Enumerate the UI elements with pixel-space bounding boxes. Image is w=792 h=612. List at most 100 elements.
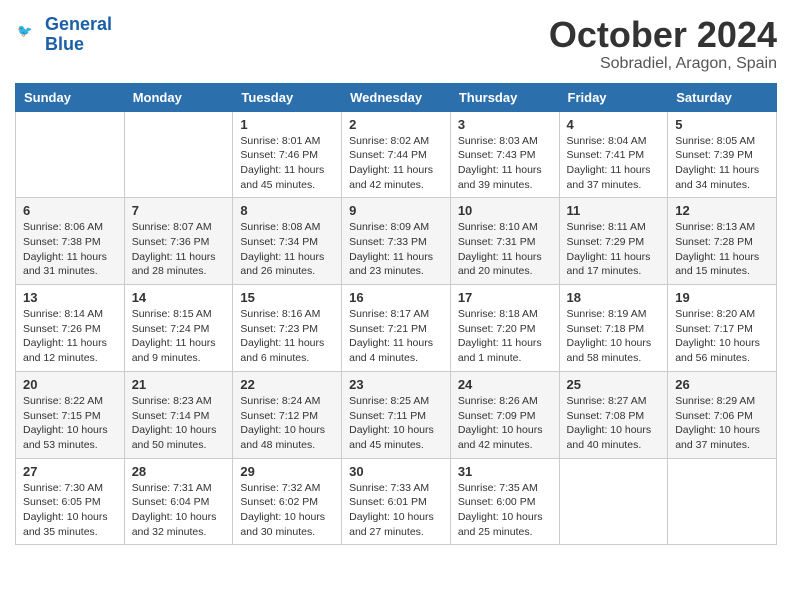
svg-text:🐦: 🐦 <box>17 24 33 38</box>
calendar-cell: 28 Sunrise: 7:31 AM Sunset: 6:04 PM Dayli… <box>124 458 233 545</box>
day-number: 30 <box>349 464 443 479</box>
day-number: 2 <box>349 117 443 132</box>
calendar-week-row: 20 Sunrise: 8:22 AM Sunset: 7:15 PM Dayli… <box>16 371 777 458</box>
calendar-cell: 27 Sunrise: 7:30 AM Sunset: 6:05 PM Dayli… <box>16 458 125 545</box>
calendar-cell: 19Sunrise: 8:20 AM Sunset: 7:17 PM Dayli… <box>668 285 777 372</box>
calendar-cell: 6Sunrise: 8:06 AM Sunset: 7:38 PM Daylig… <box>16 198 125 285</box>
calendar-cell: 30 Sunrise: 7:33 AM Sunset: 6:01 PM Dayli… <box>342 458 451 545</box>
logo-general: General <box>45 14 112 34</box>
day-number: 20 <box>23 377 117 392</box>
day-detail: Sunrise: 7:31 AM Sunset: 6:04 PM Dayligh… <box>132 481 226 540</box>
calendar-cell: 4 Sunrise: 8:04 AM Sunset: 7:41 PM Daylig… <box>559 111 668 198</box>
calendar-cell <box>668 458 777 545</box>
day-detail: Sunrise: 8:18 AM Sunset: 7:20 PM Dayligh… <box>458 307 552 366</box>
weekday-header: Tuesday <box>233 83 342 111</box>
day-number: 7 <box>132 203 226 218</box>
day-detail: Sunrise: 8:29 AM Sunset: 7:06 PM Dayligh… <box>675 394 769 453</box>
day-number: 26 <box>675 377 769 392</box>
calendar-cell: 21 Sunrise: 8:23 AM Sunset: 7:14 PM Dayli… <box>124 371 233 458</box>
calendar-week-row: 6Sunrise: 8:06 AM Sunset: 7:38 PM Daylig… <box>16 198 777 285</box>
day-number: 11 <box>567 203 661 218</box>
calendar-cell <box>16 111 125 198</box>
day-detail: Sunrise: 8:11 AM Sunset: 7:29 PM Dayligh… <box>567 220 661 279</box>
calendar-cell: 31 Sunrise: 7:35 AM Sunset: 6:00 PM Dayli… <box>450 458 559 545</box>
day-number: 14 <box>132 290 226 305</box>
logo-blue: Blue <box>45 34 84 54</box>
day-number: 19 <box>675 290 769 305</box>
day-detail: Sunrise: 8:25 AM Sunset: 7:11 PM Dayligh… <box>349 394 443 453</box>
calendar-cell: 26 Sunrise: 8:29 AM Sunset: 7:06 PM Dayli… <box>668 371 777 458</box>
day-detail: Sunrise: 7:33 AM Sunset: 6:01 PM Dayligh… <box>349 481 443 540</box>
day-number: 21 <box>132 377 226 392</box>
day-detail: Sunrise: 8:16 AM Sunset: 7:23 PM Dayligh… <box>240 307 334 366</box>
calendar-cell: 17 Sunrise: 8:18 AM Sunset: 7:20 PM Dayli… <box>450 285 559 372</box>
calendar-cell: 15 Sunrise: 8:16 AM Sunset: 7:23 PM Dayli… <box>233 285 342 372</box>
day-detail: Sunrise: 8:23 AM Sunset: 7:14 PM Dayligh… <box>132 394 226 453</box>
day-number: 23 <box>349 377 443 392</box>
day-number: 29 <box>240 464 334 479</box>
day-detail: Sunrise: 8:07 AM Sunset: 7:36 PM Dayligh… <box>132 220 226 279</box>
calendar-cell: 9Sunrise: 8:09 AM Sunset: 7:33 PM Daylig… <box>342 198 451 285</box>
page-header: 🐦 General Blue October 2024 Sobradiel, A… <box>15 15 777 73</box>
title-block: October 2024 Sobradiel, Aragon, Spain <box>549 15 777 73</box>
month-title: October 2024 <box>549 15 777 55</box>
calendar-cell: 25 Sunrise: 8:27 AM Sunset: 7:08 PM Dayli… <box>559 371 668 458</box>
day-number: 1 <box>240 117 334 132</box>
day-number: 3 <box>458 117 552 132</box>
calendar-cell: 22Sunrise: 8:24 AM Sunset: 7:12 PM Dayli… <box>233 371 342 458</box>
day-detail: Sunrise: 8:10 AM Sunset: 7:31 PM Dayligh… <box>458 220 552 279</box>
calendar-cell: 20 Sunrise: 8:22 AM Sunset: 7:15 PM Dayli… <box>16 371 125 458</box>
day-detail: Sunrise: 8:13 AM Sunset: 7:28 PM Dayligh… <box>675 220 769 279</box>
day-number: 25 <box>567 377 661 392</box>
calendar-table: SundayMondayTuesdayWednesdayThursdayFrid… <box>15 83 777 546</box>
day-detail: Sunrise: 8:22 AM Sunset: 7:15 PM Dayligh… <box>23 394 117 453</box>
calendar-week-row: 27 Sunrise: 7:30 AM Sunset: 6:05 PM Dayli… <box>16 458 777 545</box>
calendar-cell: 24 Sunrise: 8:26 AM Sunset: 7:09 PM Dayli… <box>450 371 559 458</box>
weekday-header: Saturday <box>668 83 777 111</box>
day-number: 15 <box>240 290 334 305</box>
calendar-cell <box>559 458 668 545</box>
logo-icon: 🐦 <box>17 18 45 46</box>
weekday-header: Wednesday <box>342 83 451 111</box>
calendar-cell: 13Sunrise: 8:14 AM Sunset: 7:26 PM Dayli… <box>16 285 125 372</box>
calendar-cell <box>124 111 233 198</box>
day-detail: Sunrise: 8:05 AM Sunset: 7:39 PM Dayligh… <box>675 134 769 193</box>
calendar-cell: 10 Sunrise: 8:10 AM Sunset: 7:31 PM Dayli… <box>450 198 559 285</box>
logo-text: General Blue <box>45 15 112 55</box>
day-number: 22 <box>240 377 334 392</box>
day-detail: Sunrise: 8:15 AM Sunset: 7:24 PM Dayligh… <box>132 307 226 366</box>
day-detail: Sunrise: 8:26 AM Sunset: 7:09 PM Dayligh… <box>458 394 552 453</box>
day-number: 5 <box>675 117 769 132</box>
calendar-cell: 3 Sunrise: 8:03 AM Sunset: 7:43 PM Daylig… <box>450 111 559 198</box>
day-detail: Sunrise: 8:27 AM Sunset: 7:08 PM Dayligh… <box>567 394 661 453</box>
calendar-cell: 1 Sunrise: 8:01 AM Sunset: 7:46 PM Daylig… <box>233 111 342 198</box>
weekday-header: Monday <box>124 83 233 111</box>
day-detail: Sunrise: 8:09 AM Sunset: 7:33 PM Dayligh… <box>349 220 443 279</box>
day-detail: Sunrise: 7:35 AM Sunset: 6:00 PM Dayligh… <box>458 481 552 540</box>
calendar-cell: 12Sunrise: 8:13 AM Sunset: 7:28 PM Dayli… <box>668 198 777 285</box>
day-detail: Sunrise: 8:01 AM Sunset: 7:46 PM Dayligh… <box>240 134 334 193</box>
location-label: Sobradiel, Aragon, Spain <box>549 55 777 73</box>
day-detail: Sunrise: 8:04 AM Sunset: 7:41 PM Dayligh… <box>567 134 661 193</box>
calendar-week-row: 13Sunrise: 8:14 AM Sunset: 7:26 PM Dayli… <box>16 285 777 372</box>
day-number: 31 <box>458 464 552 479</box>
weekday-header: Sunday <box>16 83 125 111</box>
weekday-header: Thursday <box>450 83 559 111</box>
day-number: 28 <box>132 464 226 479</box>
calendar-week-row: 1 Sunrise: 8:01 AM Sunset: 7:46 PM Daylig… <box>16 111 777 198</box>
day-number: 4 <box>567 117 661 132</box>
day-detail: Sunrise: 7:30 AM Sunset: 6:05 PM Dayligh… <box>23 481 117 540</box>
day-detail: Sunrise: 8:03 AM Sunset: 7:43 PM Dayligh… <box>458 134 552 193</box>
day-number: 17 <box>458 290 552 305</box>
day-number: 13 <box>23 290 117 305</box>
day-number: 24 <box>458 377 552 392</box>
day-detail: Sunrise: 8:08 AM Sunset: 7:34 PM Dayligh… <box>240 220 334 279</box>
calendar-cell: 2Sunrise: 8:02 AM Sunset: 7:44 PM Daylig… <box>342 111 451 198</box>
weekday-header-row: SundayMondayTuesdayWednesdayThursdayFrid… <box>16 83 777 111</box>
logo: 🐦 General Blue <box>15 15 112 55</box>
day-number: 10 <box>458 203 552 218</box>
calendar-cell: 29Sunrise: 7:32 AM Sunset: 6:02 PM Dayli… <box>233 458 342 545</box>
day-number: 27 <box>23 464 117 479</box>
day-detail: Sunrise: 8:19 AM Sunset: 7:18 PM Dayligh… <box>567 307 661 366</box>
day-number: 16 <box>349 290 443 305</box>
